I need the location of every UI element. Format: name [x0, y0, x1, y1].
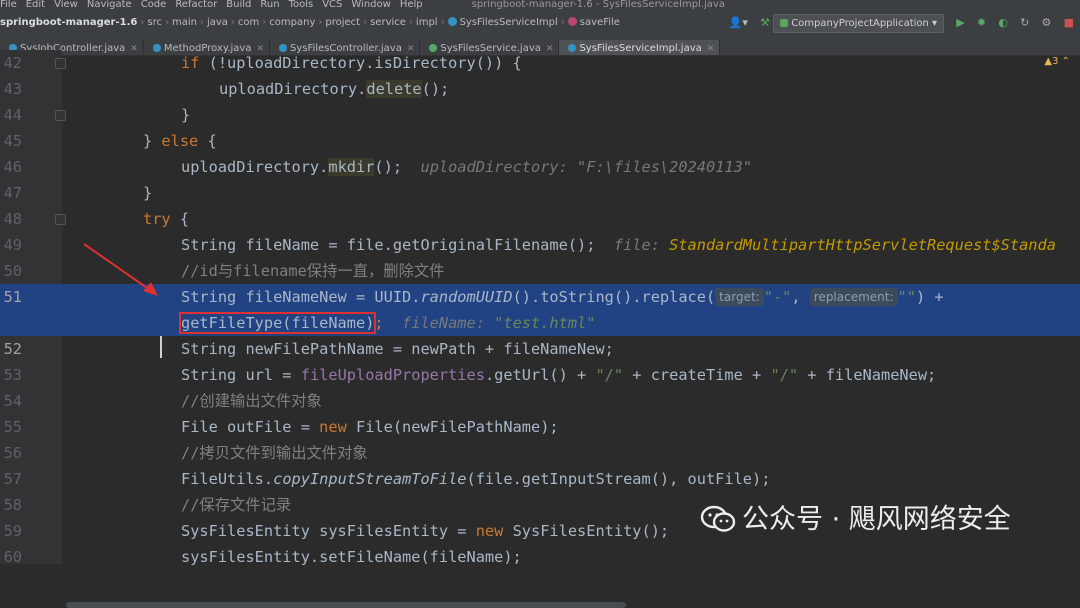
arrow-shaft: [83, 243, 151, 291]
wechat-icon: [700, 505, 736, 532]
horizontal-scrollbar[interactable]: [66, 602, 626, 608]
annotation-arrow: [83, 243, 158, 296]
watermark-text: 公众号 · 飓风网络安全: [742, 504, 1011, 535]
arrow-head: [143, 282, 158, 296]
watermark: 公众号 · 飓风网络安全: [700, 500, 1011, 540]
